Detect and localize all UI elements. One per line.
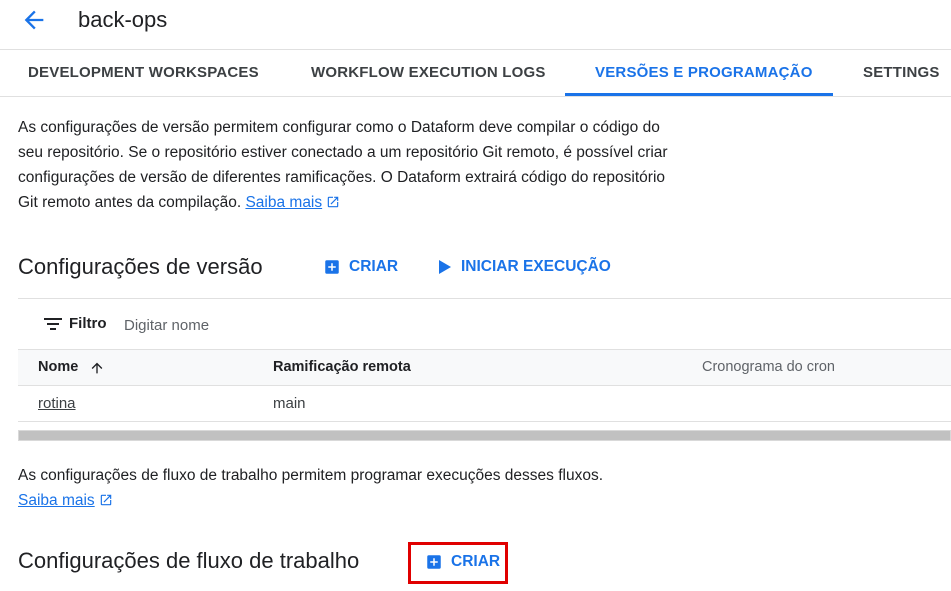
release-description-text: As configurações de versão permitem conf… [18, 119, 668, 211]
play-icon [439, 260, 451, 274]
horizontal-scrollbar[interactable] [18, 430, 951, 441]
release-configs-title: Configurações de versão [18, 254, 263, 279]
filter-bar: Filtro [18, 299, 951, 350]
filter-list-icon [44, 318, 62, 330]
start-execution-label: INICIAR EXECUÇÃO [461, 258, 611, 275]
arrow-back-icon [24, 10, 44, 30]
learn-more-link[interactable]: Saiba mais [245, 194, 322, 211]
workflow-learn-more-link[interactable]: Saiba mais [18, 492, 95, 509]
active-tab-indicator [565, 93, 833, 96]
tab-bar: DEVELOPMENT WORKSPACES WORKFLOW EXECUTIO… [0, 49, 951, 97]
table-row: rotina main [18, 386, 951, 422]
release-configs-table: Filtro Nome Ramificação remota Cronogram… [18, 298, 951, 441]
column-header-branch[interactable]: Ramificação remota [273, 359, 411, 375]
workflow-configs-title: Configurações de fluxo de trabalho [18, 548, 360, 573]
back-button[interactable] [20, 6, 48, 34]
filter-label: Filtro [69, 315, 107, 332]
release-description: As configurações de versão permitem conf… [18, 115, 668, 215]
add-box-icon [325, 260, 339, 274]
filter-input[interactable] [122, 311, 426, 339]
highlight-annotation-box [408, 542, 508, 584]
workflow-description-text: As configurações de fluxo de trabalho pe… [18, 467, 603, 484]
page-title: back-ops [78, 7, 168, 32]
table-header-row: Nome Ramificação remota Cronograma do cr… [18, 350, 951, 386]
release-name-link[interactable]: rotina [38, 395, 76, 412]
start-execution-button[interactable]: INICIAR EXECUÇÃO [437, 258, 611, 276]
tab-versoes-programacao[interactable]: VERSÕES E PROGRAMAÇÃO [595, 64, 813, 81]
tab-settings[interactable]: SETTINGS [863, 64, 940, 81]
create-release-button[interactable]: CRIAR [323, 258, 398, 276]
open-in-new-icon [100, 494, 111, 506]
release-branch: main [273, 395, 306, 412]
column-header-cron[interactable]: Cronograma do cron [702, 359, 835, 375]
arrow-upward-icon[interactable] [89, 360, 105, 376]
column-header-name[interactable]: Nome [38, 359, 78, 375]
open-in-new-icon [327, 196, 339, 208]
workflow-description: As configurações de fluxo de trabalho pe… [18, 463, 718, 513]
create-release-label: CRIAR [349, 258, 399, 275]
tab-development-workspaces[interactable]: DEVELOPMENT WORKSPACES [28, 64, 259, 81]
tab-workflow-execution-logs[interactable]: WORKFLOW EXECUTION LOGS [311, 64, 546, 81]
